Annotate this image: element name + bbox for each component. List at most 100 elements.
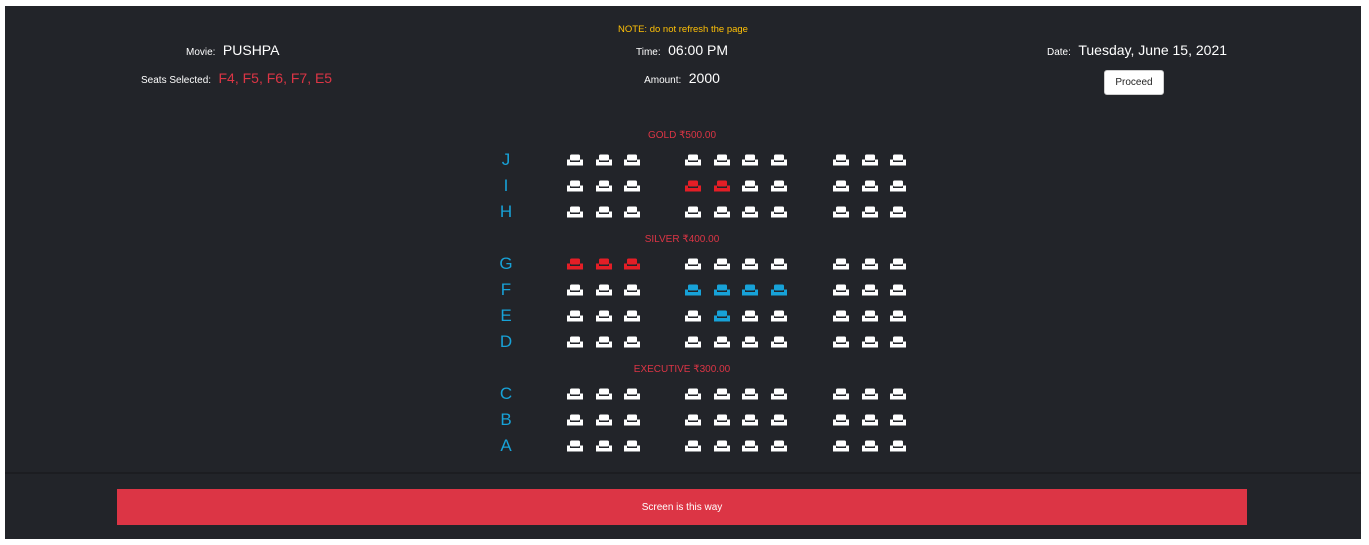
- seat-available[interactable]: [596, 310, 612, 323]
- seat-available[interactable]: [862, 440, 878, 453]
- seat-available[interactable]: [567, 388, 583, 401]
- seat-selected[interactable]: [714, 284, 730, 297]
- seat-available[interactable]: [567, 310, 583, 323]
- seat-available[interactable]: [742, 206, 758, 219]
- seat-available[interactable]: [567, 284, 583, 297]
- seat-available[interactable]: [771, 336, 787, 349]
- seat-available[interactable]: [596, 336, 612, 349]
- seat-available[interactable]: [685, 206, 701, 219]
- seat-available[interactable]: [742, 336, 758, 349]
- seat-available[interactable]: [596, 414, 612, 427]
- seat-available[interactable]: [596, 440, 612, 453]
- seat-available[interactable]: [771, 180, 787, 193]
- armchair-icon: [567, 180, 583, 192]
- seat-available[interactable]: [771, 440, 787, 453]
- seat-available[interactable]: [833, 336, 849, 349]
- seat-available[interactable]: [862, 310, 878, 323]
- seat-available[interactable]: [890, 336, 906, 349]
- seat-available[interactable]: [714, 258, 730, 271]
- seat-available[interactable]: [685, 258, 701, 271]
- seat-available[interactable]: [714, 336, 730, 349]
- seat-available[interactable]: [742, 440, 758, 453]
- seat-available[interactable]: [596, 284, 612, 297]
- seat-available[interactable]: [771, 414, 787, 427]
- seat-available[interactable]: [567, 414, 583, 427]
- seat-available[interactable]: [862, 180, 878, 193]
- seat-available[interactable]: [742, 258, 758, 271]
- seat-available[interactable]: [567, 154, 583, 167]
- seat-available[interactable]: [862, 154, 878, 167]
- seat-available[interactable]: [624, 154, 640, 167]
- seat-available[interactable]: [685, 336, 701, 349]
- seat-available[interactable]: [833, 206, 849, 219]
- seat-available[interactable]: [862, 206, 878, 219]
- seat-available[interactable]: [771, 258, 787, 271]
- seat-available[interactable]: [833, 414, 849, 427]
- seat-available[interactable]: [624, 180, 640, 193]
- seat-available[interactable]: [624, 414, 640, 427]
- seat-available[interactable]: [567, 336, 583, 349]
- seat-available[interactable]: [742, 388, 758, 401]
- seat-available[interactable]: [624, 388, 640, 401]
- seat-available[interactable]: [742, 310, 758, 323]
- seat-available[interactable]: [714, 206, 730, 219]
- seat-available[interactable]: [771, 310, 787, 323]
- seat-available[interactable]: [742, 180, 758, 193]
- seat-available[interactable]: [890, 440, 906, 453]
- seat-available[interactable]: [714, 154, 730, 167]
- seat-available[interactable]: [862, 336, 878, 349]
- seat-available[interactable]: [596, 154, 612, 167]
- seat-available[interactable]: [862, 414, 878, 427]
- armchair-icon: [742, 336, 758, 348]
- armchair-icon: [596, 414, 612, 426]
- seat-available[interactable]: [890, 414, 906, 427]
- seat-available[interactable]: [833, 154, 849, 167]
- seat-available[interactable]: [890, 310, 906, 323]
- seat-available[interactable]: [567, 206, 583, 219]
- seat-available[interactable]: [890, 180, 906, 193]
- seat-available[interactable]: [596, 206, 612, 219]
- seat-available[interactable]: [624, 284, 640, 297]
- seat-available[interactable]: [624, 206, 640, 219]
- seat-available[interactable]: [742, 154, 758, 167]
- seat-available[interactable]: [771, 388, 787, 401]
- seat-available[interactable]: [685, 154, 701, 167]
- seat-available[interactable]: [771, 206, 787, 219]
- seat-selected[interactable]: [685, 284, 701, 297]
- seat-available[interactable]: [685, 414, 701, 427]
- seat-selected[interactable]: [714, 310, 730, 323]
- seat-available[interactable]: [624, 336, 640, 349]
- seat-available[interactable]: [624, 310, 640, 323]
- seat-available[interactable]: [833, 258, 849, 271]
- seat-selected[interactable]: [742, 284, 758, 297]
- seat-available[interactable]: [685, 388, 701, 401]
- proceed-button[interactable]: Proceed: [1104, 70, 1164, 95]
- seat-available[interactable]: [833, 180, 849, 193]
- seat-available[interactable]: [890, 284, 906, 297]
- seat-available[interactable]: [685, 310, 701, 323]
- seat-available[interactable]: [596, 180, 612, 193]
- seat-booked: [685, 180, 701, 193]
- seat-available[interactable]: [771, 154, 787, 167]
- seat-available[interactable]: [596, 388, 612, 401]
- seat-available[interactable]: [890, 154, 906, 167]
- seat-available[interactable]: [890, 206, 906, 219]
- seat-available[interactable]: [862, 284, 878, 297]
- seat-available[interactable]: [862, 388, 878, 401]
- seat-available[interactable]: [890, 388, 906, 401]
- seat-available[interactable]: [833, 284, 849, 297]
- seat-available[interactable]: [714, 414, 730, 427]
- seat-available[interactable]: [567, 440, 583, 453]
- seat-available[interactable]: [624, 440, 640, 453]
- seat-available[interactable]: [685, 440, 701, 453]
- seat-available[interactable]: [714, 440, 730, 453]
- seat-available[interactable]: [567, 180, 583, 193]
- seat-available[interactable]: [833, 440, 849, 453]
- seat-available[interactable]: [833, 310, 849, 323]
- seat-selected[interactable]: [771, 284, 787, 297]
- seat-available[interactable]: [742, 414, 758, 427]
- seat-available[interactable]: [833, 388, 849, 401]
- seat-available[interactable]: [862, 258, 878, 271]
- seat-available[interactable]: [890, 258, 906, 271]
- seat-available[interactable]: [714, 388, 730, 401]
